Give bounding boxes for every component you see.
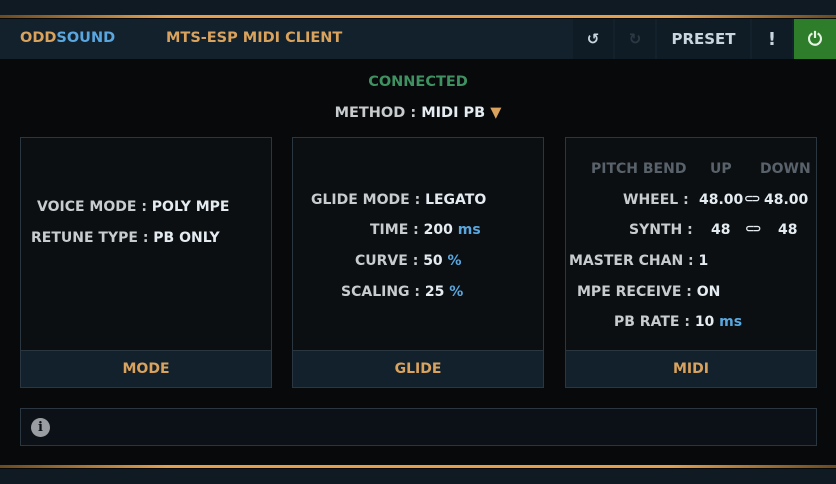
link-icon[interactable]: ⊂⊃ (745, 222, 762, 235)
power-icon: ⏻ (807, 28, 823, 50)
time-unit: ms (457, 222, 481, 238)
top-strip (0, 0, 836, 16)
glide-mode-label: GLIDE MODE (311, 192, 410, 208)
undo-icon: ↺ (586, 30, 600, 48)
curve-value[interactable]: 50 (423, 253, 442, 269)
master-chan-row[interactable]: MASTER CHAN : 1 (569, 253, 708, 269)
midi-panel: PITCH BEND UP DOWN WHEEL : 48.00 ⊂⊃ 48.0… (565, 137, 817, 388)
logo-sound: SOUND (56, 30, 116, 46)
alert-icon: ! (767, 28, 777, 50)
info-icon[interactable]: i (31, 418, 50, 437)
tab-midi[interactable]: MIDI (566, 350, 816, 387)
link-icon[interactable]: ⊂⊃ (744, 192, 761, 205)
method-label: METHOD (334, 105, 406, 121)
redo-icon: ↻ (628, 30, 642, 48)
master-chan-value[interactable]: 1 (699, 253, 709, 269)
synth-up-value[interactable]: 48 (711, 222, 730, 238)
preset-button[interactable]: PRESET (657, 19, 750, 59)
scaling-row[interactable]: SCALING : 25 % (341, 284, 463, 300)
header-bar: ODDSOUND MTS-ESP MIDI CLIENT ↺ ↻ PRESET … (0, 19, 836, 59)
bottom-accent-line (0, 465, 836, 468)
glide-mode-value[interactable]: LEGATO (425, 192, 486, 208)
separator: : (410, 105, 417, 121)
retune-type-value[interactable]: PB ONLY (153, 230, 219, 246)
retune-type-label: RETUNE TYPE (31, 230, 138, 246)
time-row[interactable]: TIME : 200 ms (370, 222, 481, 238)
master-chan-label: MASTER CHAN (569, 253, 684, 269)
pb-rate-row[interactable]: PB RATE : 10 ms (614, 314, 742, 330)
undo-button[interactable]: ↺ (573, 19, 613, 59)
redo-button[interactable]: ↻ (615, 19, 655, 59)
alert-button[interactable]: ! (752, 19, 792, 59)
pb-rate-value[interactable]: 10 (695, 314, 714, 330)
info-bar: i (20, 408, 817, 446)
pitch-bend-header: PITCH BEND (591, 161, 687, 177)
wheel-down-value[interactable]: 48.00 (764, 192, 808, 208)
scaling-unit: % (449, 284, 464, 300)
time-value[interactable]: 200 (424, 222, 453, 238)
voice-mode-row[interactable]: VOICE MODE : POLY MPE (37, 199, 229, 215)
curve-row[interactable]: CURVE : 50 % (355, 253, 462, 269)
glide-panel: GLIDE MODE : LEGATO TIME : 200 ms CURVE … (292, 137, 544, 388)
oddsound-logo: ODDSOUND (20, 30, 115, 46)
pb-rate-unit: ms (719, 314, 743, 330)
down-header: DOWN (760, 161, 811, 177)
mpe-receive-label: MPE RECEIVE (577, 284, 682, 300)
voice-mode-value[interactable]: POLY MPE (152, 199, 230, 215)
method-selector[interactable]: METHOD : MIDI PB ▼ (0, 105, 836, 121)
tab-mode[interactable]: MODE (21, 350, 271, 387)
glide-mode-row[interactable]: GLIDE MODE : LEGATO (311, 192, 486, 208)
dropdown-arrow-icon[interactable]: ▼ (490, 105, 501, 121)
logo-odd: ODD (20, 30, 57, 46)
tab-glide[interactable]: GLIDE (293, 350, 543, 387)
retune-type-row[interactable]: RETUNE TYPE : PB ONLY (31, 230, 220, 246)
mode-panel: VOICE MODE : POLY MPE RETUNE TYPE : PB O… (20, 137, 272, 388)
wheel-label: WHEEL : (623, 192, 689, 208)
mpe-receive-value[interactable]: ON (697, 284, 721, 300)
synth-label: SYNTH : (629, 222, 693, 238)
top-accent-line (0, 15, 836, 18)
synth-down-value[interactable]: 48 (778, 222, 797, 238)
app-title: MTS-ESP MIDI CLIENT (166, 30, 343, 46)
method-value[interactable]: MIDI PB (421, 105, 485, 121)
time-label: TIME (370, 222, 409, 238)
scaling-label: SCALING (341, 284, 410, 300)
mpe-receive-row[interactable]: MPE RECEIVE : ON (577, 284, 720, 300)
connection-status: CONNECTED (368, 74, 468, 90)
curve-unit: % (447, 253, 462, 269)
scaling-value[interactable]: 25 (425, 284, 444, 300)
wheel-up-value[interactable]: 48.00 (699, 192, 743, 208)
pb-rate-label: PB RATE (614, 314, 680, 330)
curve-label: CURVE (355, 253, 408, 269)
power-button[interactable]: ⏻ (794, 19, 836, 59)
voice-mode-label: VOICE MODE (37, 199, 137, 215)
up-header: UP (710, 161, 732, 177)
bottom-strip (0, 469, 836, 484)
